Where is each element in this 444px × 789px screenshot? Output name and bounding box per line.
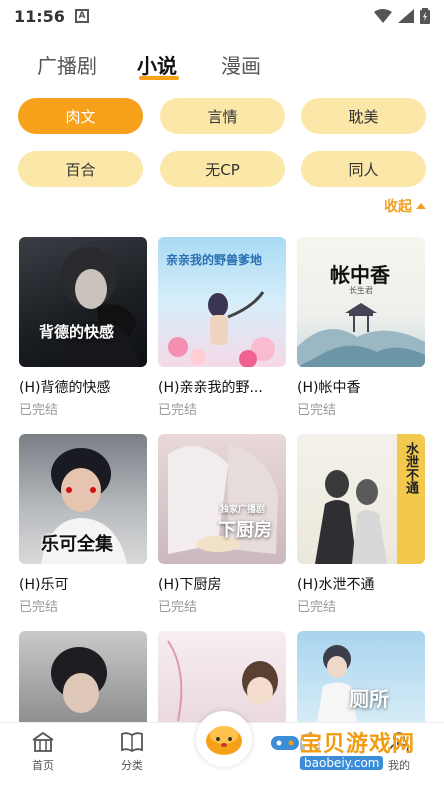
tab-radio-drama[interactable]: 广播剧	[37, 50, 97, 79]
cover-author: 长生君	[349, 286, 373, 295]
collapse-label: 收起	[384, 199, 412, 215]
book-cover: 独家广播剧 下厨房	[158, 434, 286, 564]
nav-label: 首页	[32, 759, 54, 772]
book-cover: 帐中香 长生君	[297, 237, 425, 367]
watermark-url: baobeiy.com	[300, 756, 384, 770]
nav-home[interactable]: 首页	[13, 731, 73, 773]
cover-title: 背德的快感	[39, 323, 115, 341]
nav-label: 分类	[121, 759, 143, 772]
status-time: 11:56	[14, 6, 65, 26]
book-title: (H)背德的快感	[19, 380, 111, 396]
book-title: (H)水泄不通	[297, 577, 375, 593]
gamepad-icon	[271, 736, 299, 750]
cover-title: 帐中香	[330, 263, 390, 287]
tab-comic[interactable]: 漫画	[221, 50, 261, 79]
book-card[interactable]: 厕所	[297, 631, 425, 722]
mascot-button[interactable]	[196, 711, 252, 767]
book-status: 已完结	[19, 600, 59, 615]
book-card[interactable]: 帐中香 长生君 (H)帐中香 已完结	[297, 237, 425, 418]
book-status: 已完结	[158, 600, 198, 615]
book-cover: 厕所	[297, 631, 425, 722]
caret-up-icon	[416, 203, 426, 209]
book-title: (H)亲亲我的野...	[158, 380, 263, 396]
book-status: 已完结	[158, 403, 198, 418]
book-title: (H)乐可	[19, 577, 69, 593]
book-cover	[19, 631, 147, 722]
book-card[interactable]: 亲亲我的野兽爹地 (H)亲亲我的野... 已完结	[158, 237, 286, 418]
category-chip[interactable]: 无CP	[160, 151, 285, 187]
active-tab-indicator	[139, 76, 179, 80]
book-card[interactable]: 背德的快感 (H)背德的快感 已完结	[19, 237, 147, 418]
nav-category[interactable]: 分类	[102, 731, 162, 773]
cover-title: 下厨房	[218, 520, 272, 541]
tab-novel[interactable]: 小说	[137, 50, 177, 79]
battery-icon	[420, 8, 430, 24]
book-card[interactable]	[19, 631, 147, 722]
cover-title: 乐可全集	[41, 534, 113, 555]
book-cover: 乐可全集	[19, 434, 147, 564]
book-cover	[158, 631, 286, 722]
cover-subtitle: 独家广播剧	[220, 505, 266, 515]
content-type-tabs: 广播剧 小说 漫画	[0, 44, 444, 84]
book-title: (H)下厨房	[158, 577, 222, 593]
collapse-button[interactable]: 收起	[384, 196, 426, 216]
book-title: (H)帐中香	[297, 380, 361, 396]
home-icon	[32, 731, 54, 752]
category-chip[interactable]: 耽美	[301, 98, 426, 134]
category-chip[interactable]: 同人	[301, 151, 426, 187]
book-card[interactable]: 乐可全集 (H)乐可 已完结	[19, 434, 147, 615]
status-bar: 11:56 A	[0, 0, 444, 32]
category-chip[interactable]: 肉文	[18, 98, 143, 134]
book-card[interactable]: 独家广播剧 下厨房 (H)下厨房 已完结	[158, 434, 286, 615]
watermark-title: 宝贝游戏网	[300, 732, 416, 757]
book-cover: 亲亲我的野兽爹地	[158, 237, 286, 367]
wifi-icon	[374, 9, 392, 23]
cover-title: 亲亲我的野兽爹地	[166, 253, 263, 267]
category-chip[interactable]: 百合	[18, 151, 143, 187]
book-status: 已完结	[297, 600, 337, 615]
status-icons	[374, 8, 430, 24]
notification-icon: A	[74, 9, 89, 23]
book-card[interactable]: 水泄不通 (H)水泄不通 已完结	[297, 434, 425, 615]
signal-icon	[398, 9, 414, 23]
book-status: 已完结	[19, 403, 59, 418]
book-cover: 背德的快感	[19, 237, 147, 367]
cover-title: 水泄不通	[403, 442, 418, 494]
mascot-icon	[206, 726, 242, 755]
cover-title: 厕所	[349, 687, 389, 711]
book-card[interactable]	[158, 631, 286, 722]
book-status: 已完结	[297, 403, 337, 418]
category-chip[interactable]: 言情	[160, 98, 285, 134]
watermark: 宝贝游戏网 baobeiy.com	[270, 726, 440, 776]
book-icon	[121, 732, 143, 753]
book-cover: 水泄不通	[297, 434, 425, 564]
